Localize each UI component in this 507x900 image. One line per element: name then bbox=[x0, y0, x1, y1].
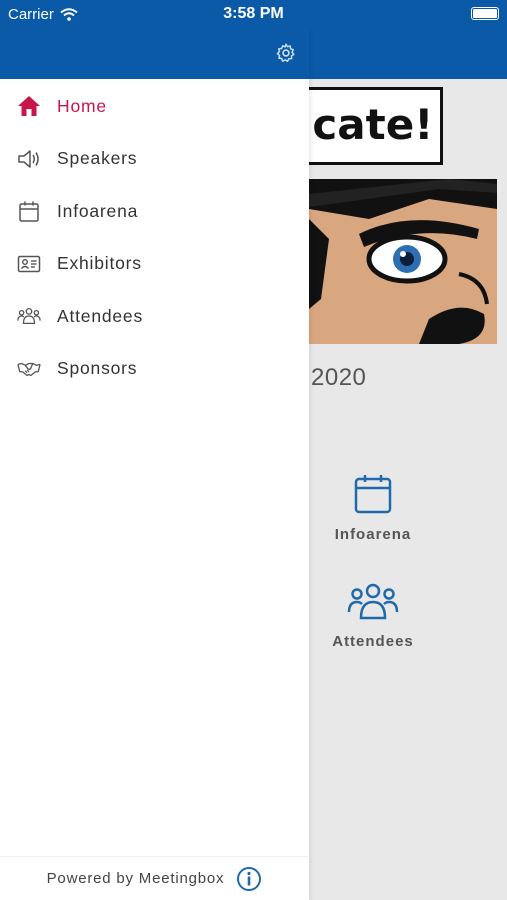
menu-item-label: Infoarena bbox=[57, 200, 139, 221]
people-icon bbox=[17, 304, 41, 328]
clock: 3:58 PM bbox=[223, 5, 284, 22]
tile-attendees-label: Attendees bbox=[332, 633, 414, 650]
tile-infoarena[interactable]: Infoarena bbox=[308, 473, 438, 543]
menu-item-attendees[interactable]: Attendees bbox=[0, 290, 309, 343]
speaker-icon bbox=[17, 147, 41, 171]
event-year: 2020 bbox=[311, 364, 367, 391]
calendar-icon bbox=[354, 475, 392, 514]
menu-item-label: Sponsors bbox=[57, 358, 138, 379]
gear-icon[interactable] bbox=[275, 42, 297, 64]
menu-item-infoarena[interactable]: Infoarena bbox=[0, 185, 309, 238]
drawer-menu: Home Speakers Infoarena Exhibitors Atten… bbox=[0, 80, 309, 395]
powered-by-label: Powered by Meetingbox bbox=[46, 870, 225, 887]
drawer-footer: Powered by Meetingbox bbox=[0, 856, 309, 900]
menu-item-label: Home bbox=[57, 95, 107, 116]
menu-item-sponsors[interactable]: Sponsors bbox=[0, 343, 309, 396]
menu-item-exhibitors[interactable]: Exhibitors bbox=[0, 238, 309, 291]
menu-item-label: Exhibitors bbox=[57, 253, 142, 274]
id-card-icon bbox=[17, 252, 41, 276]
banner-speech-box: icate! bbox=[309, 87, 443, 165]
banner-text: icate! bbox=[309, 100, 434, 149]
tile-infoarena-label: Infoarena bbox=[334, 526, 412, 543]
tile-attendees[interactable]: Attendees bbox=[308, 582, 438, 650]
handshake-icon bbox=[17, 357, 41, 381]
menu-item-label: Attendees bbox=[57, 305, 144, 326]
info-icon[interactable] bbox=[236, 866, 262, 892]
battery-icon bbox=[471, 7, 499, 20]
people-icon bbox=[347, 583, 399, 620]
side-drawer: Home Speakers Infoarena Exhibitors Atten… bbox=[0, 0, 309, 900]
comic-face-illustration bbox=[309, 179, 497, 344]
home-icon bbox=[17, 94, 41, 118]
menu-item-home[interactable]: Home bbox=[0, 80, 309, 133]
menu-item-label: Speakers bbox=[57, 148, 138, 169]
status-bar: Carrier 3:58 PM bbox=[0, 0, 507, 28]
banner-image: icate! bbox=[309, 79, 507, 345]
calendar-icon bbox=[17, 199, 41, 223]
menu-item-speakers[interactable]: Speakers bbox=[0, 133, 309, 186]
